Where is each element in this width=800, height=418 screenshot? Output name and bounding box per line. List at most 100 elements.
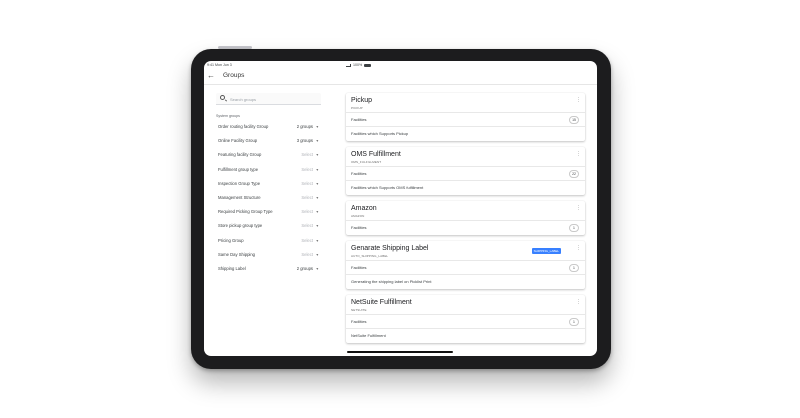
card-description: Generating the shipping label on Picklis… [351,279,432,284]
group-row[interactable]: Store pickup group type Select ▼ [216,219,321,233]
card-header: Amazon AMAZON ⋮ [346,201,585,221]
group-row[interactable]: Shipping Label 2 groups ▼ [216,262,321,276]
caret-down-icon[interactable]: ▼ [316,219,319,233]
caret-down-icon[interactable]: ▼ [316,191,319,205]
back-arrow-icon[interactable]: ← [207,71,217,81]
status-bar: 9:41 Mon Jun 3 100% [204,61,597,69]
group-row[interactable]: Inspection Group Type Select ▼ [216,177,321,191]
caret-down-icon[interactable]: ▼ [316,120,319,134]
signal-icon [346,63,351,67]
caret-down-icon[interactable]: ▼ [316,262,319,276]
card-subtitle: PICKUP [351,105,363,110]
group-card: OMS Fulfillment OMS_FULFILLMENT ⋮ Facilitie… [346,147,585,195]
group-row[interactable]: Online Facility Group 3 groups ▼ [216,134,321,148]
search-bar[interactable] [216,93,321,105]
group-label: Required Picking Group Type [218,209,273,215]
more-vertical-icon[interactable]: ⋮ [576,300,581,309]
group-row[interactable]: Management Structure Select ▼ [216,191,321,205]
facility-count-badge: 15 [569,116,579,124]
group-select-value[interactable]: Select [301,148,313,162]
caret-down-icon[interactable]: ▼ [316,163,319,177]
group-select-value[interactable]: Select [301,219,313,233]
search-icon [220,95,225,100]
group-select-value[interactable]: Select [301,163,313,177]
facility-count-badge: 1 [569,224,579,232]
group-select-value[interactable]: 2 groups [297,120,313,134]
card-subtitle: AMAZON [351,213,365,218]
card-title: Genarate Shipping Label [351,245,429,252]
facilities-label: Facilities [351,265,367,270]
more-vertical-icon[interactable]: ⋮ [576,98,581,107]
group-label: Featuring facility Group [218,152,262,158]
caret-down-icon[interactable]: ▼ [316,134,319,148]
group-label: Inspection Group Type [218,180,261,186]
group-select-value[interactable]: 3 groups [297,134,313,148]
more-vertical-icon[interactable]: ⋮ [576,246,581,255]
group-card-list: Pickup PICKUP ⋮ Facilities 15 Facilities whic… [346,93,585,349]
group-select-value[interactable]: Select [301,234,313,248]
card-subtitle: AUTO_SHIPPING_LABEL [351,253,389,258]
group-row[interactable]: Order routing facility Group 2 groups ▼ [216,120,321,134]
card-title: Pickup [351,97,373,104]
group-row[interactable]: Same Day Shipping Select ▼ [216,248,321,262]
more-vertical-icon[interactable]: ⋮ [576,206,581,215]
card-subtitle: NETSUITE [351,307,367,312]
group-label: Pricing Group [218,237,244,243]
card-header: OMS Fulfillment OMS_FULFILLMENT ⋮ [346,147,585,167]
caret-down-icon[interactable]: ▼ [316,177,319,191]
group-select-value[interactable]: Select [301,177,313,191]
group-card: Pickup PICKUP ⋮ Facilities 15 Facilities whic… [346,93,585,141]
card-title: Amazon [351,205,377,212]
group-row[interactable]: Pricing Group Select ▼ [216,234,321,248]
facilities-label: Facilities [351,117,367,122]
card-description-row: NetSuite Fulfillment [346,329,585,343]
group-label: Management Structure [218,194,261,200]
card-facilities-row[interactable]: Facilities 1 [346,261,585,275]
battery-icon [364,63,372,67]
group-row[interactable]: Required Picking Group Type Select ▼ [216,205,321,219]
card-subtitle: OMS_FULFILLMENT [351,159,382,164]
card-description: Facilities which Supports Pickup [351,131,409,136]
card-description: Facilities which Supports OMS fulfillmen… [351,185,424,190]
card-facilities-row[interactable]: Facilities 1 [346,315,585,329]
group-row[interactable]: Fulfillment group type Select ▼ [216,163,321,177]
facilities-label: Facilities [351,225,367,230]
group-select-value[interactable]: 2 groups [297,262,313,276]
caret-down-icon[interactable]: ▼ [316,234,319,248]
card-header: Pickup PICKUP ⋮ [346,93,585,113]
facility-count-badge: 1 [569,318,579,326]
group-label: Same Day Shipping [218,251,256,257]
group-label: Store pickup group type [218,223,263,229]
app-bar: ← Groups [204,69,597,85]
facilities-label: Facilities [351,319,367,324]
group-select-value[interactable]: Select [301,191,313,205]
group-card: Amazon AMAZON ⋮ Facilities 1 [346,201,585,235]
card-description-row: Generating the shipping label on Picklis… [346,275,585,289]
home-indicator [347,351,453,353]
battery-percent: 100% [353,63,363,67]
card-facilities-row[interactable]: Facilities 1 [346,221,585,235]
group-label: Fulfillment group type [218,166,259,172]
group-label: Online Facility Group [218,138,258,144]
page-title: Groups [223,72,245,79]
group-label: Shipping Label [218,265,246,271]
card-title: OMS Fulfillment [351,151,401,158]
card-header: Genarate Shipping Label AUTO_SHIPPING_LAB… [346,241,585,261]
caret-down-icon[interactable]: ▼ [316,248,319,262]
group-select-value[interactable]: Select [301,248,313,262]
caret-down-icon[interactable]: ▼ [316,148,319,162]
search-input[interactable] [230,95,315,103]
status-icons: 100% [346,63,585,67]
group-select-value[interactable]: Select [301,205,313,219]
facility-count-badge: 1 [569,264,579,272]
card-facilities-row[interactable]: Facilities 22 [346,167,585,181]
more-vertical-icon[interactable]: ⋮ [576,152,581,161]
facilities-label: Facilities [351,171,367,176]
status-time: 9:41 Mon Jun 3 [207,63,232,67]
caret-down-icon[interactable]: ▼ [316,205,319,219]
group-row[interactable]: Featuring facility Group Select ▼ [216,148,321,162]
card-badge: SHIPPING_LABEL [531,248,561,254]
group-card: NetSuite Fulfillment NETSUITE ⋮ Facilities 1… [346,295,585,343]
card-facilities-row[interactable]: Facilities 15 [346,113,585,127]
tablet-screen: 9:41 Mon Jun 3 100% ← Groups System grou… [204,61,597,356]
